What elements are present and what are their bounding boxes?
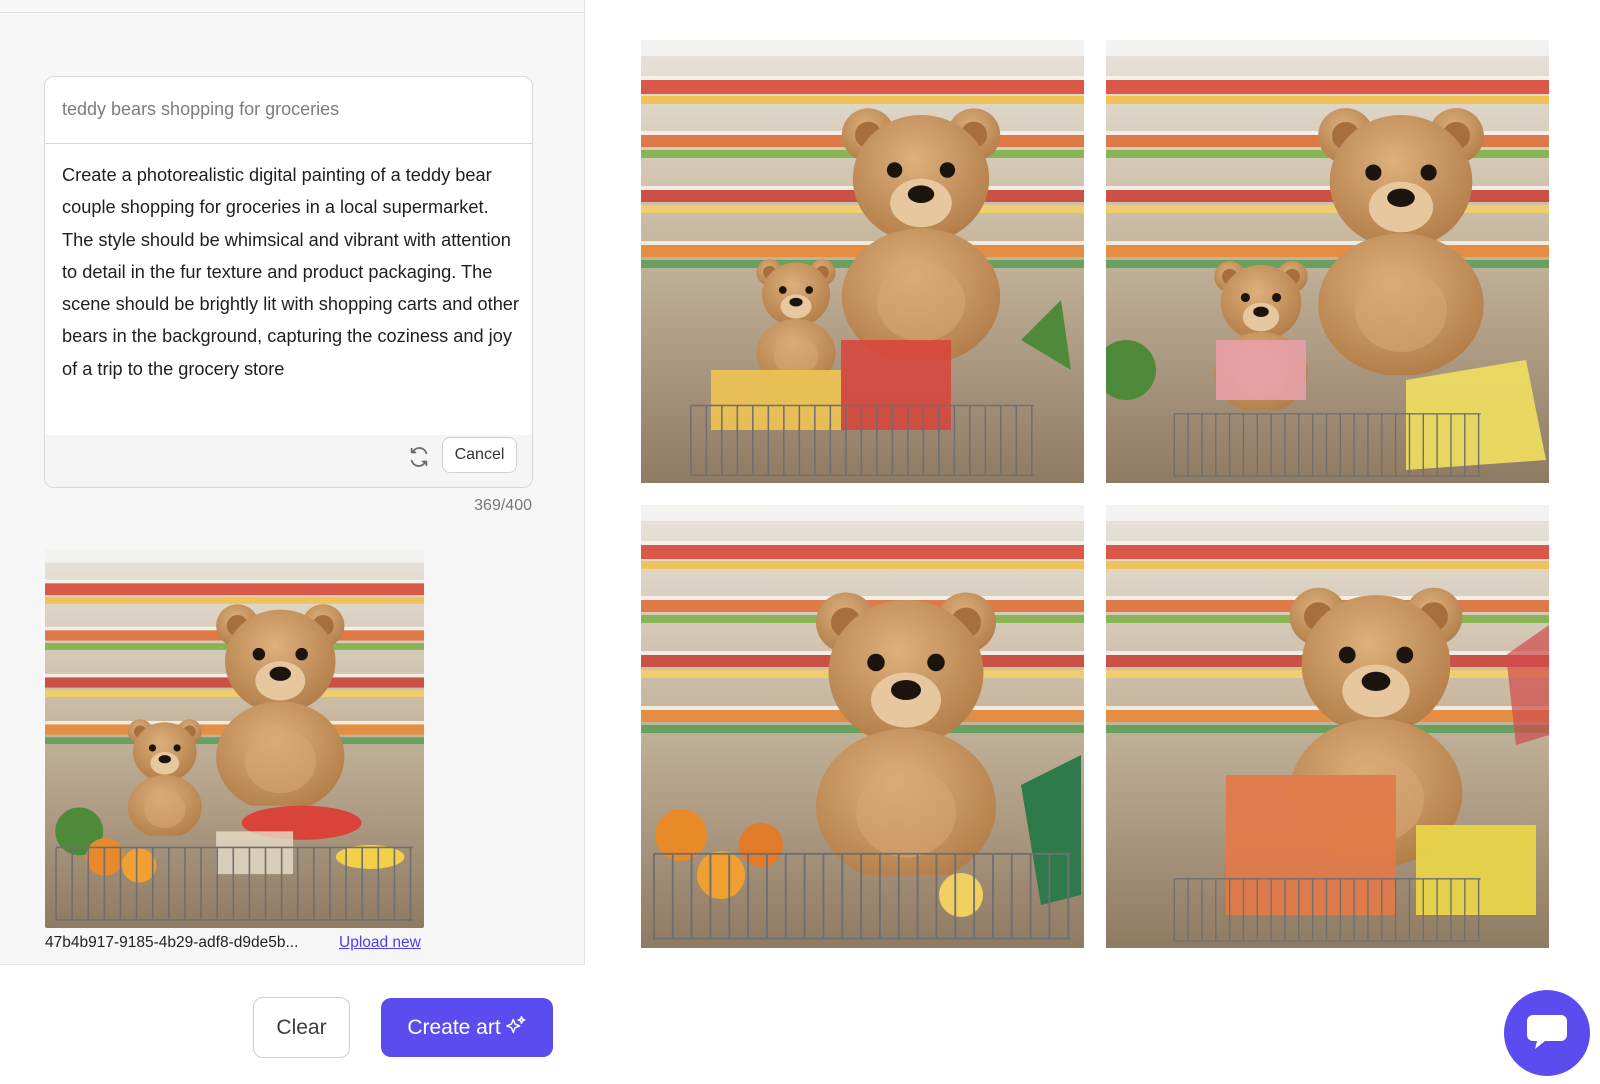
refresh-icon[interactable] bbox=[405, 443, 433, 471]
prompt-footer: Cancel bbox=[45, 435, 532, 487]
create-art-label: Create art bbox=[407, 1015, 501, 1039]
uploaded-file-name: 47b4b917-9185-4b29-adf8-d9de5b... bbox=[45, 934, 299, 951]
prompt-panel: teddy bears shopping for groceries Creat… bbox=[0, 0, 585, 1084]
sparkle-icon bbox=[505, 1014, 527, 1042]
generated-image-1[interactable] bbox=[641, 40, 1084, 483]
prompt-card: teddy bears shopping for groceries Creat… bbox=[44, 76, 533, 488]
upload-new-link[interactable]: Upload new bbox=[339, 934, 421, 952]
expanded-prompt-text[interactable]: Create a photorealistic digital painting… bbox=[62, 159, 522, 385]
create-art-button[interactable]: Create art bbox=[381, 998, 553, 1057]
generated-image-3[interactable] bbox=[641, 505, 1084, 948]
generated-image-4[interactable] bbox=[1106, 505, 1549, 948]
divider bbox=[0, 12, 585, 13]
uploaded-reference-image bbox=[45, 549, 424, 928]
character-count: 369/400 bbox=[474, 497, 532, 514]
prompt-input[interactable]: teddy bears shopping for groceries bbox=[45, 77, 532, 144]
chat-button[interactable] bbox=[1504, 990, 1590, 1076]
chat-bubble-icon bbox=[1525, 1011, 1569, 1056]
clear-button[interactable]: Clear bbox=[253, 997, 350, 1058]
cancel-button[interactable]: Cancel bbox=[442, 437, 517, 473]
generated-image-2[interactable] bbox=[1106, 40, 1549, 483]
